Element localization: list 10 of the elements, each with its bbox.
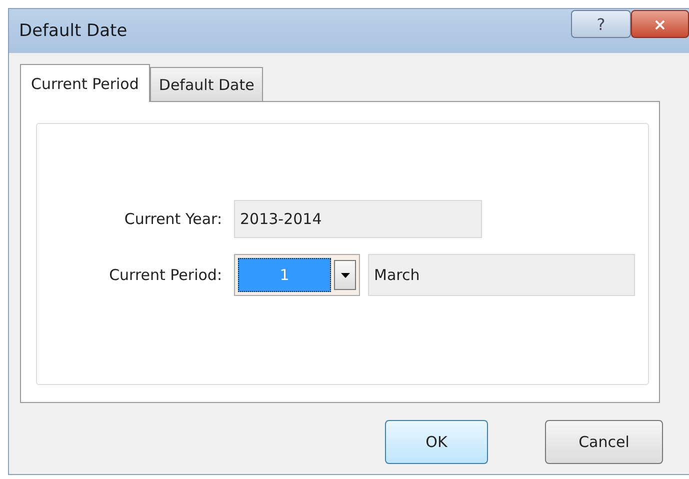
tab[interactable]: Default Date (150, 67, 264, 101)
help-button[interactable]: ? (571, 10, 631, 38)
ok-button[interactable]: OK (385, 420, 488, 464)
tab[interactable]: Current Period (20, 64, 150, 102)
cancel-button[interactable]: Cancel (545, 420, 663, 464)
window-title: Default Date (19, 21, 128, 41)
field-label: Current Year: (123, 210, 223, 228)
field-label: Current Period: (108, 266, 223, 284)
year-field[interactable]: 2013-2014 (234, 200, 482, 238)
month-field[interactable]: March (368, 254, 635, 296)
